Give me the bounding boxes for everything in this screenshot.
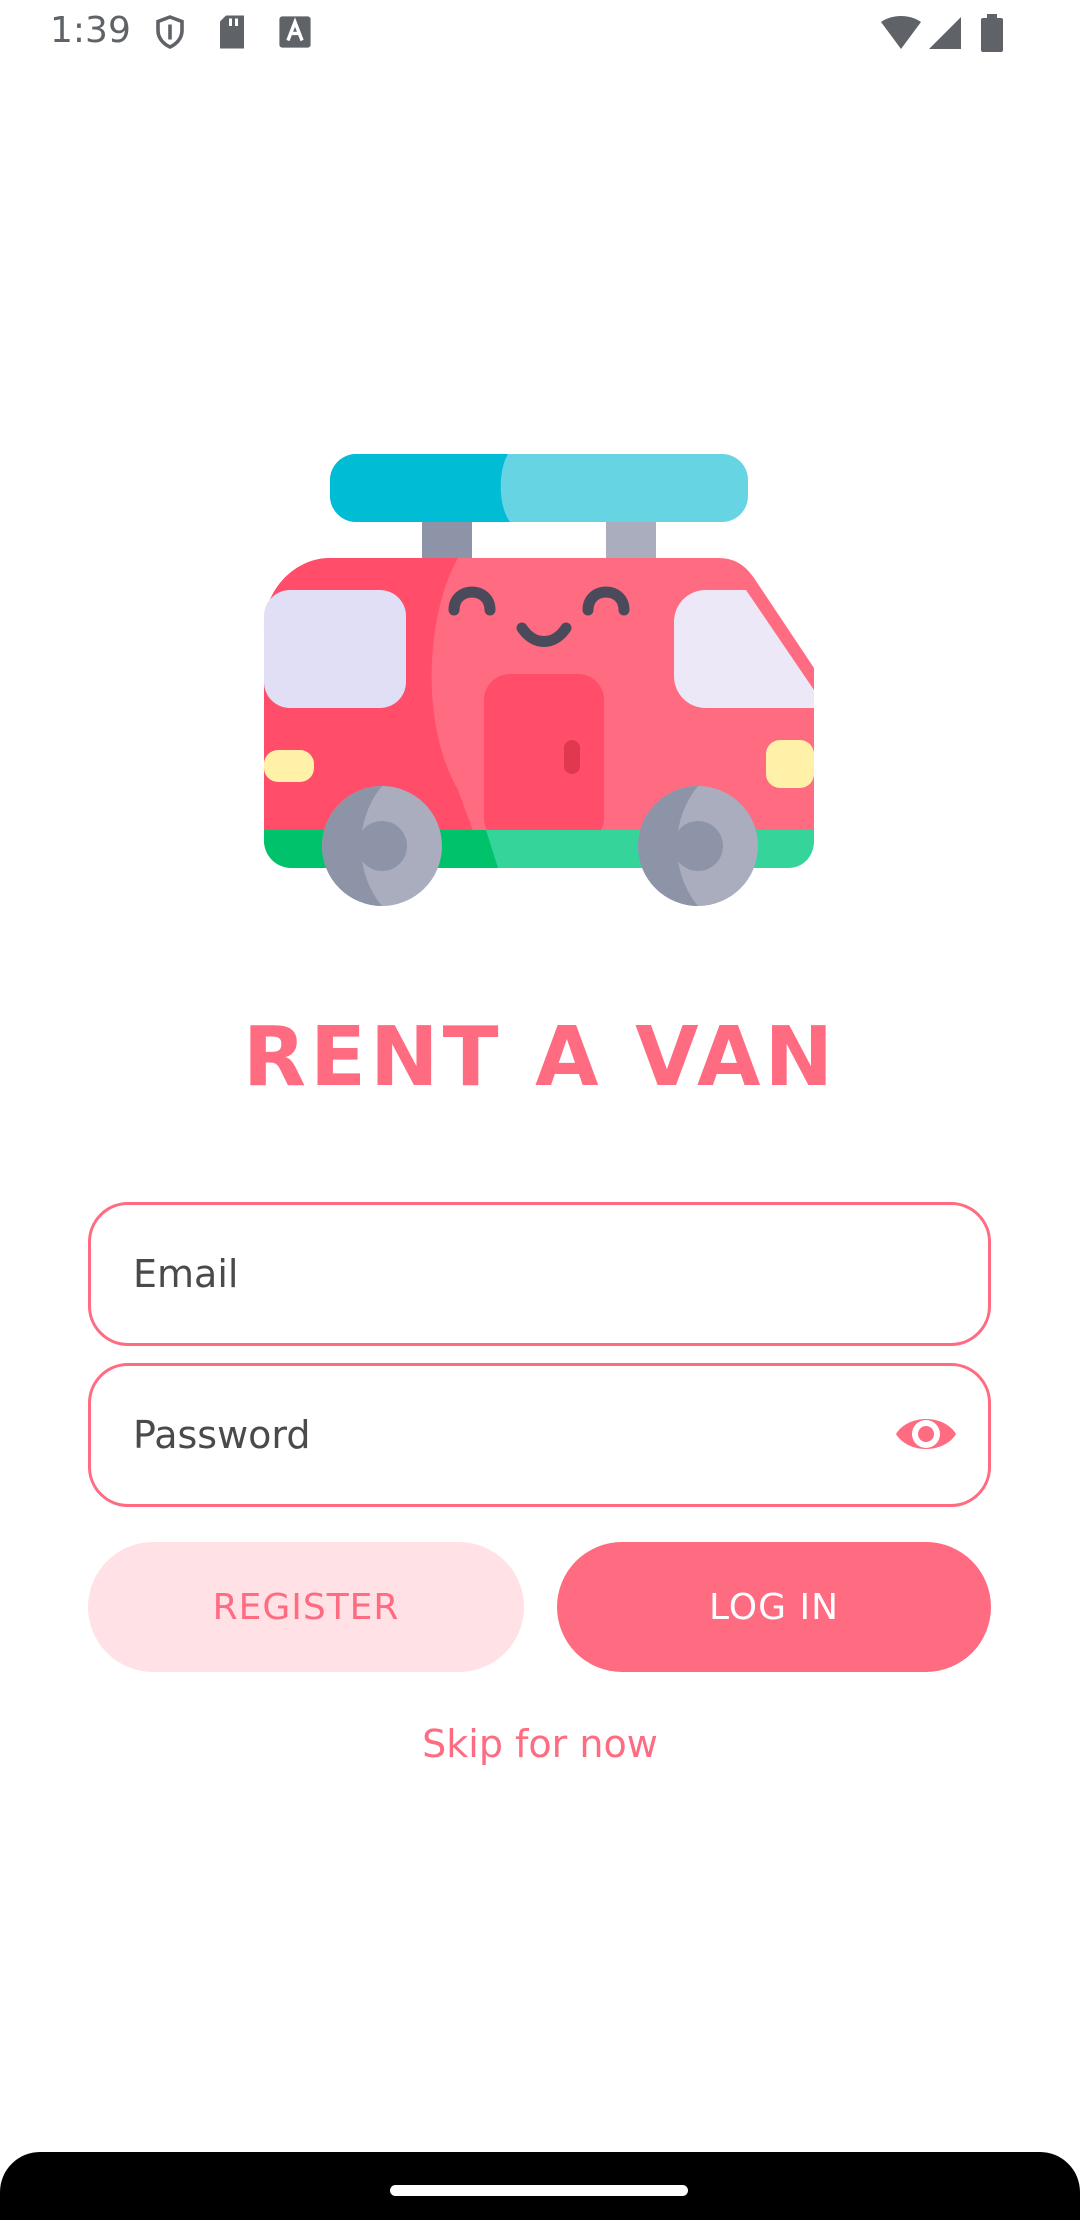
app-title: RENT A VAN xyxy=(242,1010,838,1105)
battery-icon xyxy=(981,14,1003,52)
van-icon xyxy=(264,454,814,906)
status-bar: 1:39 xyxy=(0,0,1080,64)
login-button[interactable]: LOG IN xyxy=(557,1542,991,1672)
navigation-bar xyxy=(0,2152,1080,2220)
eye-icon[interactable] xyxy=(894,1406,958,1462)
login-screen: 1:39 RENT A VAN Email REGISTER LOG IN Sk… xyxy=(0,0,1080,2220)
email-field[interactable] xyxy=(88,1202,991,1346)
signal-icon xyxy=(929,17,961,49)
register-button[interactable]: REGISTER xyxy=(88,1542,524,1672)
password-input[interactable] xyxy=(133,1366,893,1504)
status-time: 1:39 xyxy=(50,10,131,51)
keyboard-a-icon xyxy=(279,16,311,48)
home-indicator[interactable] xyxy=(390,2185,688,2196)
skip-link[interactable]: Skip for now xyxy=(0,1722,1080,1766)
wifi-icon xyxy=(881,16,921,49)
shield-icon xyxy=(156,15,184,49)
sd-card-icon xyxy=(220,15,244,49)
email-input[interactable] xyxy=(133,1205,893,1343)
password-field[interactable] xyxy=(88,1363,991,1507)
